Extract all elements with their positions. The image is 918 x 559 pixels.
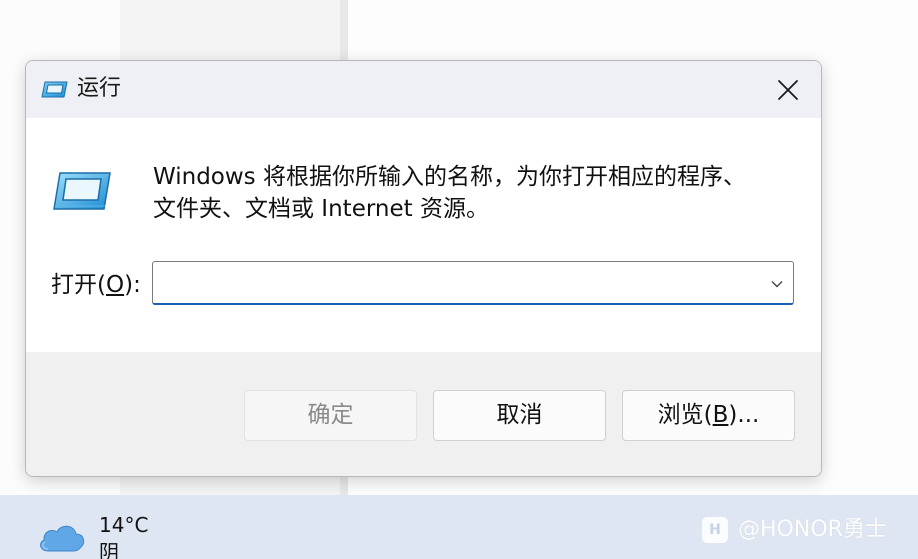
open-combobox[interactable] — [152, 261, 794, 305]
weather-condition[interactable]: 阴 — [99, 539, 119, 559]
browse-label-prefix: 浏览( — [657, 402, 713, 428]
watermark: H @HONOR勇士 — [702, 515, 887, 545]
chevron-down-icon[interactable] — [769, 276, 785, 292]
open-label: 打开(O): — [51, 270, 141, 300]
watermark-logo-icon: H — [702, 517, 728, 543]
open-label-accel: O — [105, 272, 125, 298]
close-icon — [778, 79, 798, 100]
browse-label-suffix: )... — [728, 402, 760, 428]
watermark-text: @HONOR勇士 — [738, 517, 887, 542]
run-dialog: 运行 Windows 将根据你所输入的名称，为你打开相应的程序、 文件夹、文档或… — [25, 60, 822, 477]
title-bar[interactable]: 运行 — [26, 61, 821, 118]
dialog-content: Windows 将根据你所输入的名称，为你打开相应的程序、 文件夹、文档或 In… — [26, 118, 821, 352]
open-label-prefix: 打开( — [51, 272, 106, 298]
run-icon — [53, 172, 111, 210]
description-line: 文件夹、文档或 Internet 资源。 — [153, 196, 489, 222]
dialog-footer: 确定 取消 浏览(B)... — [26, 352, 821, 476]
ok-button[interactable]: 确定 — [244, 390, 417, 441]
description-line: Windows 将根据你所输入的名称，为你打开相应的程序、 — [153, 164, 746, 190]
weather-temperature[interactable]: 14°C — [99, 512, 148, 538]
browse-label-accel: B — [712, 402, 729, 428]
taskbar: 14°C 阴 H @HONOR勇士 — [0, 495, 918, 559]
cloud-icon[interactable] — [36, 519, 88, 553]
close-button[interactable] — [755, 61, 821, 118]
description: Windows 将根据你所输入的名称，为你打开相应的程序、 文件夹、文档或 In… — [153, 161, 793, 225]
browse-button[interactable]: 浏览(B)... — [622, 390, 795, 441]
open-input[interactable] — [153, 262, 753, 303]
run-icon — [41, 81, 68, 98]
cancel-button[interactable]: 取消 — [433, 390, 606, 441]
open-label-suffix: ): — [124, 272, 141, 298]
dialog-title: 运行 — [77, 76, 122, 101]
